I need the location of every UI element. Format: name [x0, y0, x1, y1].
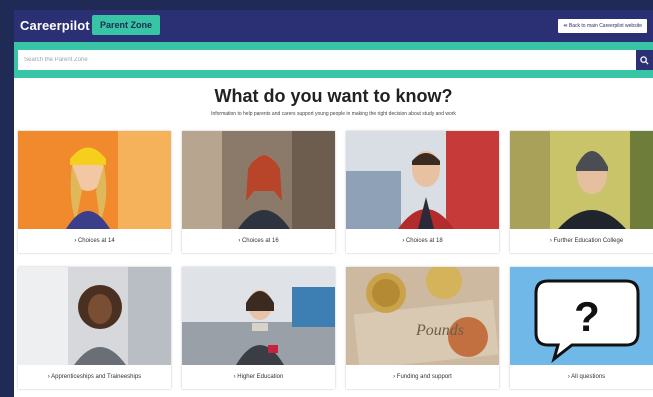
- card-image-young-woman-red-hair: [182, 131, 335, 229]
- card-label: › Apprenticeships and Traineeships: [47, 374, 142, 380]
- page-subtitle: Information to help parents and carers s…: [211, 111, 456, 117]
- card-label: › Choices at 14: [74, 238, 115, 244]
- card-all-questions[interactable]: ? › All questions: [510, 267, 653, 389]
- card-image-young-man-beanie: [510, 131, 653, 229]
- question-mark-icon: ?: [574, 293, 600, 340]
- card-image-teen-girl-yellow-hat: [18, 131, 171, 229]
- card-choices-at-18[interactable]: › Choices at 18: [346, 131, 499, 253]
- careerpilot-logo[interactable]: Careerpilot: [20, 18, 90, 33]
- search-bar: [14, 46, 653, 78]
- search-input[interactable]: [18, 50, 636, 70]
- card-choices-at-14[interactable]: › Choices at 14: [18, 131, 171, 253]
- back-to-main-site-link[interactable]: ⇚ Back to main Careerpilot website: [558, 19, 647, 33]
- card-choices-at-16[interactable]: › Choices at 16: [182, 131, 335, 253]
- card-label: › All questions: [567, 374, 606, 380]
- banknote-pounds-text: Pounds: [415, 322, 464, 339]
- card-label: › Choices at 18: [402, 238, 443, 244]
- parent-zone-badge[interactable]: Parent Zone: [92, 15, 161, 35]
- card-higher-education[interactable]: › Higher Education: [182, 267, 335, 389]
- card-label: › Further Education College: [549, 238, 624, 244]
- card-further-education-college[interactable]: › Further Education College: [510, 131, 653, 253]
- card-image-student-campus: [182, 267, 335, 365]
- card-apprenticeships-and-traineeships[interactable]: › Apprenticeships and Traineeships: [18, 267, 171, 389]
- card-label: › Higher Education: [233, 374, 284, 380]
- search-button[interactable]: [636, 50, 653, 70]
- card-funding-and-support[interactable]: Pounds › Funding and support: [346, 267, 499, 389]
- card-image-young-man-plaid-shirt: [346, 131, 499, 229]
- card-image-question-mark-bubble: ?: [510, 267, 653, 365]
- card-label: › Funding and support: [393, 374, 452, 380]
- browser-frame: Careerpilot Parent Zone ⇚ Back to main C…: [14, 10, 653, 397]
- top-navigation-bar: Careerpilot Parent Zone ⇚ Back to main C…: [14, 10, 653, 42]
- search-icon: [640, 56, 649, 65]
- card-image-woman-curly-hair: [18, 267, 171, 365]
- card-image-coins-and-banknotes: Pounds: [346, 267, 499, 365]
- page-title: What do you want to know?: [214, 86, 453, 106]
- card-label: › Choices at 16: [238, 238, 279, 244]
